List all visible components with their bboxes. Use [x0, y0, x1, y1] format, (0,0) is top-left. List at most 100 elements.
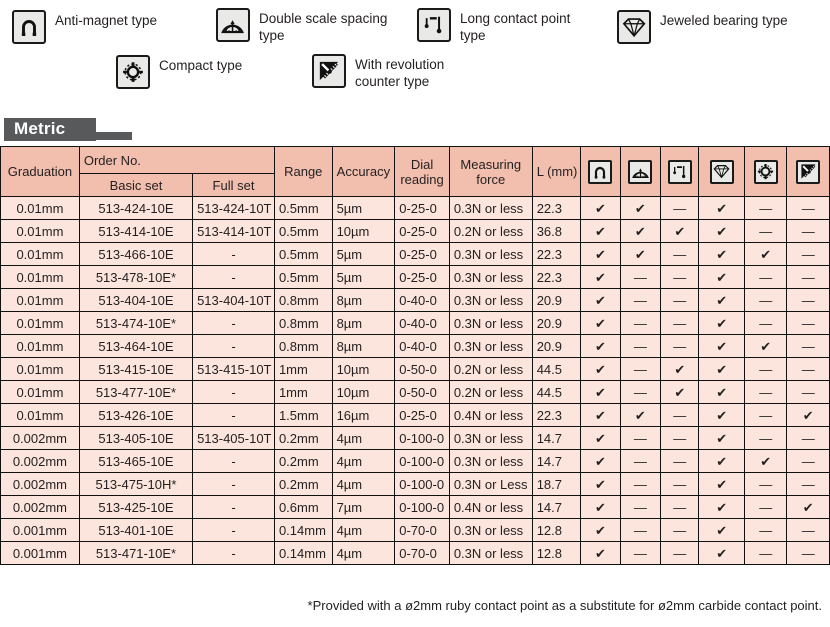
- table-row: 0.001mm 513-471-10E* -0.14mm 4µm 0-70-0 0.3N …: [0, 541, 830, 565]
- cell-graduation: 0.01mm: [0, 311, 80, 335]
- cell-feature-jeweled-bearing: ✔: [698, 288, 745, 312]
- cell-feature-anti-magnet: ✔: [580, 242, 621, 266]
- cell-feature-compact: —: [743, 518, 788, 542]
- table-row: 0.01mm 513-466-10E -0.5mm 5µm 0-25-0 0.3N or …: [0, 242, 830, 266]
- cell-feature-double-scale-spacing: —: [619, 334, 662, 358]
- table-row: 0.01mm 513-414-10E 513-414-10T 0.5mm 10µm 0-2…: [0, 219, 830, 243]
- cell-feature-compact: —: [743, 357, 788, 381]
- table-body: 0.01mm 513-424-10E 513-424-10T 0.5mm 5µm 0-25…: [0, 196, 830, 565]
- cell-feature-anti-magnet: ✔: [580, 518, 621, 542]
- legend-item-label: With revolution counter type: [355, 57, 445, 89]
- cell-feature-jeweled-bearing: ✔: [698, 495, 745, 519]
- cell-length: 20.9: [531, 334, 582, 358]
- cell-feature-compact: —: [743, 426, 788, 450]
- table-row: 0.01mm 513-426-10E -1.5mm 16µm 0-25-0 0.4N or…: [0, 403, 830, 427]
- table-row: 0.002mm 513-405-10E 513-405-10T 0.2mm 4µm 0-1…: [0, 426, 830, 450]
- cell-feature-double-scale-spacing: —: [619, 288, 662, 312]
- cell-accuracy: 5µm: [331, 242, 396, 266]
- cell-feature-revolution-counter: —: [786, 426, 830, 450]
- compact-icon: [753, 159, 778, 184]
- cell-feature-compact: —: [743, 403, 788, 427]
- cell-length: 12.8: [531, 541, 582, 565]
- cell-feature-long-contact-point: ✔: [660, 380, 700, 404]
- cell-measuring-force: 0.3N or less: [448, 449, 533, 473]
- table-row: 0.002mm 513-465-10E -0.2mm 4µm 0-100-0 0.3N o…: [0, 449, 830, 473]
- footnote: *Provided with a ø2mm ruby contact point…: [307, 598, 822, 613]
- cell-basic-set: 513-477-10E*: [78, 380, 194, 404]
- cell-basic-set: 513-466-10E: [78, 242, 194, 266]
- cell-feature-revolution-counter: ✔: [786, 403, 830, 427]
- cell-feature-long-contact-point: ✔: [660, 219, 700, 243]
- cell-dial-reading: 0-40-0: [394, 288, 450, 312]
- cell-dial-reading: 0-25-0: [394, 219, 450, 243]
- cell-length: 20.9: [531, 288, 582, 312]
- cell-feature-long-contact-point: —: [660, 403, 700, 427]
- double-scale-spacing-icon: [628, 159, 653, 184]
- cell-accuracy: 4µm: [331, 449, 396, 473]
- cell-range: 1mm: [273, 380, 333, 404]
- cell-feature-anti-magnet: ✔: [580, 265, 621, 289]
- cell-full-set: -: [192, 265, 275, 289]
- header-dial-reading: Dial reading: [394, 146, 450, 197]
- cell-full-set: 513-405-10T: [192, 426, 275, 450]
- cell-feature-jeweled-bearing: ✔: [698, 449, 745, 473]
- cell-measuring-force: 0.2N or less: [448, 357, 533, 381]
- metric-banner-tail: [96, 132, 132, 140]
- cell-basic-set: 513-471-10E*: [78, 541, 194, 565]
- cell-feature-anti-magnet: ✔: [580, 311, 621, 335]
- cell-feature-anti-magnet: ✔: [580, 219, 621, 243]
- table-row: 0.01mm 513-477-10E* -1mm 10µm 0-50-0 0.2N or …: [0, 380, 830, 404]
- legend-item-anti-magnet: Anti-magnet type: [12, 10, 157, 44]
- cell-dial-reading: 0-50-0: [394, 380, 450, 404]
- cell-dial-reading: 0-70-0: [394, 541, 450, 565]
- cell-dial-reading: 0-25-0: [394, 403, 450, 427]
- header-icon-revolution-counter: [786, 146, 830, 197]
- cell-measuring-force: 0.3N or less: [448, 334, 533, 358]
- cell-range: 0.8mm: [273, 334, 333, 358]
- cell-measuring-force: 0.3N or less: [448, 426, 533, 450]
- cell-feature-anti-magnet: ✔: [580, 334, 621, 358]
- jeweled-bearing-icon: [709, 159, 734, 184]
- table-row: 0.01mm 513-474-10E* -0.8mm 8µm 0-40-0 0.3N or…: [0, 311, 830, 335]
- cell-dial-reading: 0-100-0: [394, 426, 450, 450]
- cell-full-set: -: [192, 311, 275, 335]
- legend-item-label: Compact type: [159, 58, 243, 73]
- cell-graduation: 0.002mm: [0, 472, 80, 496]
- cell-graduation: 0.01mm: [0, 380, 80, 404]
- cell-feature-jeweled-bearing: ✔: [698, 265, 745, 289]
- cell-feature-double-scale-spacing: ✔: [619, 219, 662, 243]
- cell-feature-long-contact-point: —: [660, 334, 700, 358]
- cell-accuracy: 10µm: [331, 380, 396, 404]
- cell-feature-double-scale-spacing: ✔: [619, 196, 662, 220]
- cell-basic-set: 513-464-10E: [78, 334, 194, 358]
- cell-measuring-force: 0.3N or less: [448, 288, 533, 312]
- cell-feature-revolution-counter: ✔: [786, 495, 830, 519]
- cell-feature-anti-magnet: ✔: [580, 426, 621, 450]
- cell-feature-anti-magnet: ✔: [580, 541, 621, 565]
- cell-feature-double-scale-spacing: —: [619, 426, 662, 450]
- cell-feature-jeweled-bearing: ✔: [698, 472, 745, 496]
- cell-length: 20.9: [531, 311, 582, 335]
- cell-graduation: 0.002mm: [0, 449, 80, 473]
- table-head: Graduation Order No. Range Accuracy Dial…: [0, 146, 830, 197]
- cell-full-set: -: [192, 495, 275, 519]
- cell-feature-jeweled-bearing: ✔: [698, 426, 745, 450]
- cell-length: 22.3: [531, 242, 582, 266]
- cell-feature-anti-magnet: ✔: [580, 403, 621, 427]
- cell-basic-set: 513-425-10E: [78, 495, 194, 519]
- cell-feature-jeweled-bearing: ✔: [698, 219, 745, 243]
- cell-feature-long-contact-point: —: [660, 449, 700, 473]
- cell-feature-revolution-counter: —: [786, 334, 830, 358]
- cell-feature-compact: —: [743, 288, 788, 312]
- cell-dial-reading: 0-25-0: [394, 196, 450, 220]
- cell-feature-compact: ✔: [743, 242, 788, 266]
- cell-feature-revolution-counter: —: [786, 518, 830, 542]
- cell-feature-anti-magnet: ✔: [580, 380, 621, 404]
- cell-measuring-force: 0.3N or less: [448, 541, 533, 565]
- table-row: 0.01mm 513-478-10E* -0.5mm 5µm 0-25-0 0.3N or…: [0, 265, 830, 289]
- cell-feature-long-contact-point: —: [660, 242, 700, 266]
- cell-feature-jeweled-bearing: ✔: [698, 242, 745, 266]
- cell-feature-compact: —: [743, 311, 788, 335]
- header-range: Range: [273, 146, 333, 197]
- header-measuring-force-line1: Measuring: [460, 156, 522, 172]
